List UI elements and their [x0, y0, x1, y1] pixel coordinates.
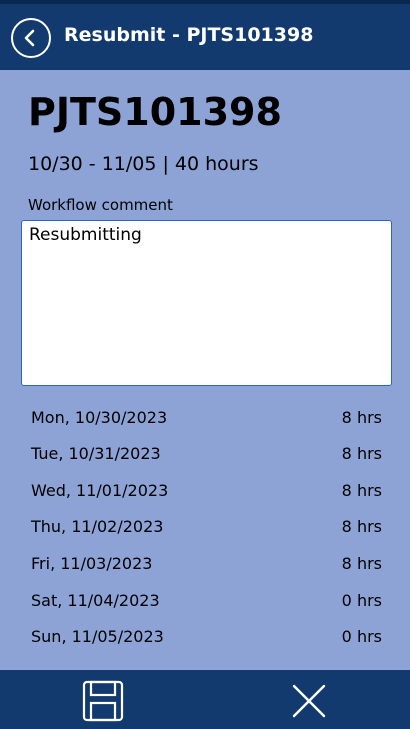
day-date: Fri, 11/03/2023: [31, 553, 153, 573]
day-hours: 8 hrs: [341, 516, 382, 536]
day-hours: 0 hrs: [341, 626, 382, 646]
day-date: Wed, 11/01/2023: [31, 480, 169, 500]
day-row: Tue, 10/31/2023 8 hrs: [31, 442, 382, 464]
day-hours: 8 hrs: [341, 407, 382, 427]
timesheet-id-title: PJTS101398: [28, 90, 282, 134]
back-arrow-circle-icon: [24, 29, 35, 47]
day-date: Sun, 11/05/2023: [31, 626, 164, 646]
day-row: Thu, 11/02/2023 8 hrs: [31, 515, 382, 537]
back-button[interactable]: [11, 18, 51, 58]
save-button[interactable]: [80, 680, 126, 722]
day-date: Thu, 11/02/2023: [31, 516, 164, 536]
day-row: Sat, 11/04/2023 0 hrs: [31, 589, 382, 611]
day-date: Tue, 10/31/2023: [31, 443, 161, 463]
day-hours: 8 hrs: [341, 480, 382, 500]
timesheet-summary: 10/30 - 11/05 | 40 hours: [28, 153, 259, 175]
app-screen: Resubmit - PJTS101398 PJTS101398 10/30 -…: [0, 0, 410, 729]
day-row: Mon, 10/30/2023 8 hrs: [31, 406, 382, 428]
workflow-comment-input[interactable]: [21, 220, 392, 386]
day-date: Sat, 11/04/2023: [31, 590, 160, 610]
close-x-icon: [292, 684, 326, 718]
footer-bar: [0, 670, 410, 729]
header-title: Resubmit - PJTS101398: [64, 24, 314, 46]
header-bar: Resubmit - PJTS101398: [0, 4, 410, 70]
close-button[interactable]: [287, 680, 331, 722]
day-row: Wed, 11/01/2023 8 hrs: [31, 479, 382, 501]
day-date: Mon, 10/30/2023: [31, 407, 168, 427]
save-floppy-icon: [82, 680, 124, 722]
day-hours: 8 hrs: [341, 443, 382, 463]
day-hours: 8 hrs: [341, 553, 382, 573]
day-row: Fri, 11/03/2023 8 hrs: [31, 552, 382, 574]
day-hours: 0 hrs: [341, 590, 382, 610]
day-row: Sun, 11/05/2023 0 hrs: [31, 625, 382, 647]
workflow-comment-label: Workflow comment: [28, 196, 173, 214]
